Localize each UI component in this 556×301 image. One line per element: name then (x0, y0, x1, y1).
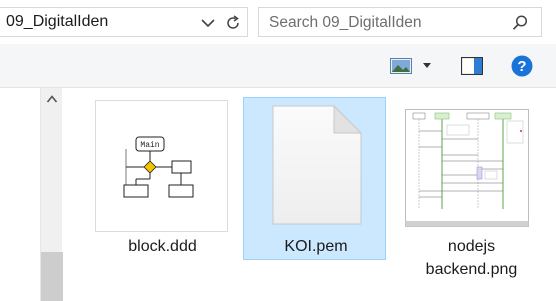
file-name-block-ddd[interactable]: block.ddd (95, 236, 230, 257)
view-dropdown-icon[interactable] (422, 62, 432, 70)
file-name-koi-pem[interactable]: KOI.pem (243, 236, 389, 257)
address-row: 09_DigitalIden Search 09_DigitalIden (0, 0, 556, 44)
file-name-nodejs-backend-line1[interactable]: nodejs (400, 236, 543, 257)
search-icon[interactable] (511, 14, 529, 32)
address-path[interactable]: 09_DigitalIden (6, 13, 108, 31)
navigation-pane[interactable] (0, 88, 40, 301)
large-icons-view-icon[interactable] (390, 58, 412, 74)
diagram-preview: Main (123, 136, 194, 198)
sequence-diagram-thumbnail (405, 109, 529, 227)
scroll-up-arrow-icon[interactable] (46, 94, 58, 104)
diagram-thumbnail: Main (95, 100, 228, 232)
address-bar[interactable]: 09_DigitalIden (0, 7, 248, 37)
view-toolbar: ? (0, 44, 556, 88)
chevron-down-icon[interactable] (199, 14, 217, 32)
svg-text:?: ? (517, 58, 526, 75)
search-placeholder[interactable]: Search 09_DigitalIden (269, 14, 422, 32)
svg-text:Main: Main (140, 141, 159, 150)
refresh-icon[interactable] (223, 13, 243, 33)
generic-file-icon (272, 105, 362, 225)
help-icon[interactable]: ? (511, 55, 533, 77)
search-box[interactable]: Search 09_DigitalIden (258, 7, 542, 37)
watermark: @稀土掘金技术社区 (446, 285, 546, 297)
navigation-scrollbar[interactable] (40, 88, 63, 301)
scrollbar-thumb[interactable] (41, 252, 63, 301)
preview-pane-icon[interactable] (461, 57, 483, 75)
file-name-nodejs-backend-line2[interactable]: backend.png (400, 259, 543, 280)
